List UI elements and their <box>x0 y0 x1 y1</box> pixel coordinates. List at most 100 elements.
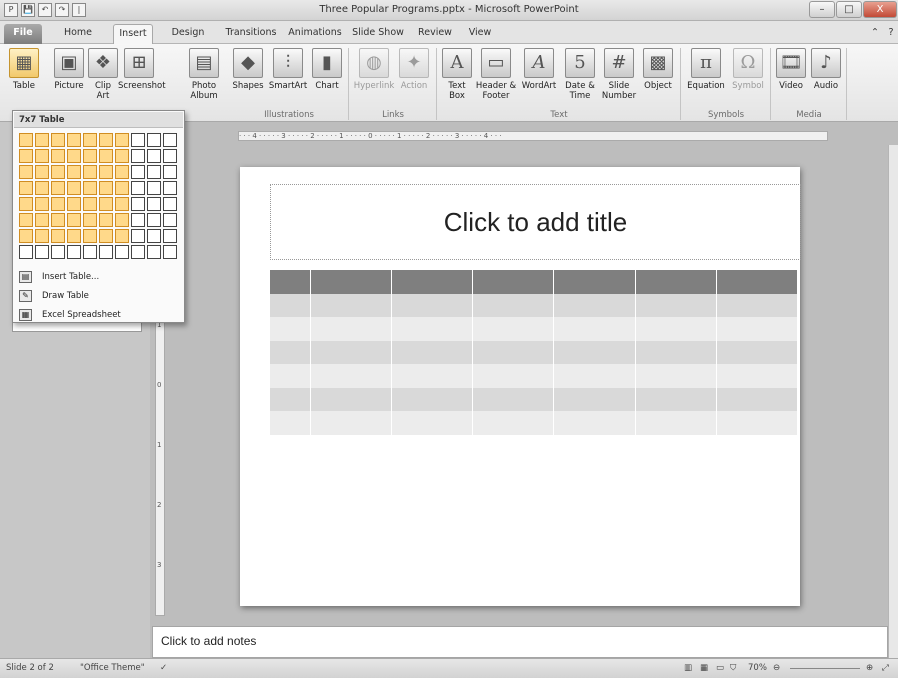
table-grid-cell[interactable] <box>163 229 177 243</box>
table-grid-cell[interactable] <box>35 197 49 211</box>
table-grid-cell[interactable] <box>19 197 33 211</box>
tab-review[interactable]: Review <box>412 24 458 44</box>
table-grid-cell[interactable] <box>51 213 65 227</box>
table-cell[interactable] <box>391 317 474 341</box>
table-cell[interactable] <box>553 317 636 341</box>
table-cell[interactable] <box>716 293 799 317</box>
table-cell[interactable] <box>553 340 636 364</box>
table-grid-cell[interactable] <box>83 133 97 147</box>
table-cell[interactable] <box>270 411 312 435</box>
close-button[interactable]: X <box>863 1 897 18</box>
table-grid-cell[interactable] <box>131 197 145 211</box>
table-cell[interactable] <box>472 270 555 294</box>
table-grid-cell[interactable] <box>163 245 177 259</box>
table-cell[interactable] <box>716 387 799 411</box>
table-grid-cell[interactable] <box>131 181 145 195</box>
table-grid-cell[interactable] <box>147 245 161 259</box>
table-row[interactable] <box>270 387 799 411</box>
table-cell[interactable] <box>391 387 474 411</box>
tab-animations[interactable]: Animations <box>285 24 345 44</box>
table-cell[interactable] <box>310 411 393 435</box>
table-grid-cell[interactable] <box>99 149 113 163</box>
clip-art-button[interactable]: ❖ Clip Art <box>88 48 118 101</box>
table-cell[interactable] <box>310 317 393 341</box>
table-cell[interactable] <box>635 387 717 411</box>
table-cell[interactable] <box>270 364 312 388</box>
tab-view[interactable]: View <box>462 24 498 44</box>
table-grid-cell[interactable] <box>83 197 97 211</box>
action-button[interactable]: ✦ Action <box>397 48 431 91</box>
table-grid-cell[interactable] <box>147 165 161 179</box>
table-grid-cell[interactable] <box>67 133 81 147</box>
table-grid-cell[interactable] <box>147 213 161 227</box>
table-cell[interactable] <box>553 364 636 388</box>
table-grid-cell[interactable] <box>67 165 81 179</box>
table-grid-cell[interactable] <box>131 229 145 243</box>
table-grid-cell[interactable] <box>35 133 49 147</box>
table-cell[interactable] <box>310 270 393 294</box>
table-grid-cell[interactable] <box>163 133 177 147</box>
table-grid-cell[interactable] <box>83 229 97 243</box>
slideshow-icon[interactable]: ⛉ <box>730 663 736 673</box>
shapes-button[interactable]: ◆ Shapes <box>230 48 266 91</box>
table-cell[interactable] <box>270 317 312 341</box>
zoom-in-icon[interactable]: ⊕ <box>866 663 873 673</box>
insert-table-menu-item[interactable]: ▤ Insert Table... <box>14 268 183 287</box>
table-cell[interactable] <box>472 411 555 435</box>
table-grid-cell[interactable] <box>67 197 81 211</box>
table-cell[interactable] <box>391 411 474 435</box>
photo-album-button[interactable]: ▤ Photo Album <box>186 48 222 101</box>
tab-transitions[interactable]: Transitions <box>222 24 280 44</box>
table-cell[interactable] <box>270 387 312 411</box>
minimize-ribbon-icon[interactable]: ⌃ <box>868 24 882 44</box>
table-grid-cell[interactable] <box>51 229 65 243</box>
chart-button[interactable]: ▮ Chart <box>310 48 344 91</box>
table-grid-cell[interactable] <box>131 133 145 147</box>
excel-spreadsheet-menu-item[interactable]: ▦ Excel Spreadsheet <box>14 306 183 325</box>
table-grid-cell[interactable] <box>99 213 113 227</box>
table-grid-cell[interactable] <box>19 133 33 147</box>
help-icon[interactable]: ? <box>884 24 898 44</box>
tab-home[interactable]: Home <box>58 24 98 44</box>
table-grid-cell[interactable] <box>147 133 161 147</box>
table-grid-cell[interactable] <box>51 133 65 147</box>
table-size-grid[interactable] <box>18 132 178 260</box>
tab-design[interactable]: Design <box>166 24 210 44</box>
tab-file[interactable]: File <box>4 24 42 44</box>
table-grid-cell[interactable] <box>67 213 81 227</box>
table-grid-cell[interactable] <box>115 133 129 147</box>
table-cell[interactable] <box>270 293 312 317</box>
table-grid-cell[interactable] <box>19 181 33 195</box>
table-grid-cell[interactable] <box>35 213 49 227</box>
picture-button[interactable]: ▣ Picture <box>52 48 86 91</box>
hyperlink-button[interactable]: ◍ Hyperlink <box>352 48 396 91</box>
table-grid-cell[interactable] <box>163 181 177 195</box>
table-cell[interactable] <box>310 364 393 388</box>
table-grid-cell[interactable] <box>35 245 49 259</box>
table-grid-cell[interactable] <box>19 165 33 179</box>
table-grid-cell[interactable] <box>51 245 65 259</box>
table-grid-cell[interactable] <box>51 181 65 195</box>
table-cell[interactable] <box>472 364 555 388</box>
zoom-slider[interactable] <box>790 668 860 669</box>
table-button[interactable]: ▦ Table <box>7 48 41 91</box>
table-grid-cell[interactable] <box>147 197 161 211</box>
draw-table-menu-item[interactable]: ✎ Draw Table <box>14 287 183 306</box>
table-grid-cell[interactable] <box>83 165 97 179</box>
table-grid-cell[interactable] <box>99 229 113 243</box>
slide-table[interactable] <box>270 270 799 435</box>
header-footer-button[interactable]: ▭ Header & Footer <box>475 48 517 101</box>
table-cell[interactable] <box>553 293 636 317</box>
table-cell[interactable] <box>391 364 474 388</box>
table-grid-cell[interactable] <box>115 245 129 259</box>
fit-to-window-icon[interactable]: ⤢ <box>882 663 889 673</box>
table-grid-cell[interactable] <box>51 165 65 179</box>
table-grid-cell[interactable] <box>51 149 65 163</box>
table-cell[interactable] <box>716 364 799 388</box>
theme-indicator[interactable]: "Office Theme" <box>80 663 145 673</box>
table-grid-cell[interactable] <box>115 149 129 163</box>
video-button[interactable]: 🎞 Video <box>774 48 808 91</box>
spell-check-icon[interactable]: ✓ <box>160 663 167 673</box>
table-grid-cell[interactable] <box>67 245 81 259</box>
table-grid-cell[interactable] <box>115 229 129 243</box>
